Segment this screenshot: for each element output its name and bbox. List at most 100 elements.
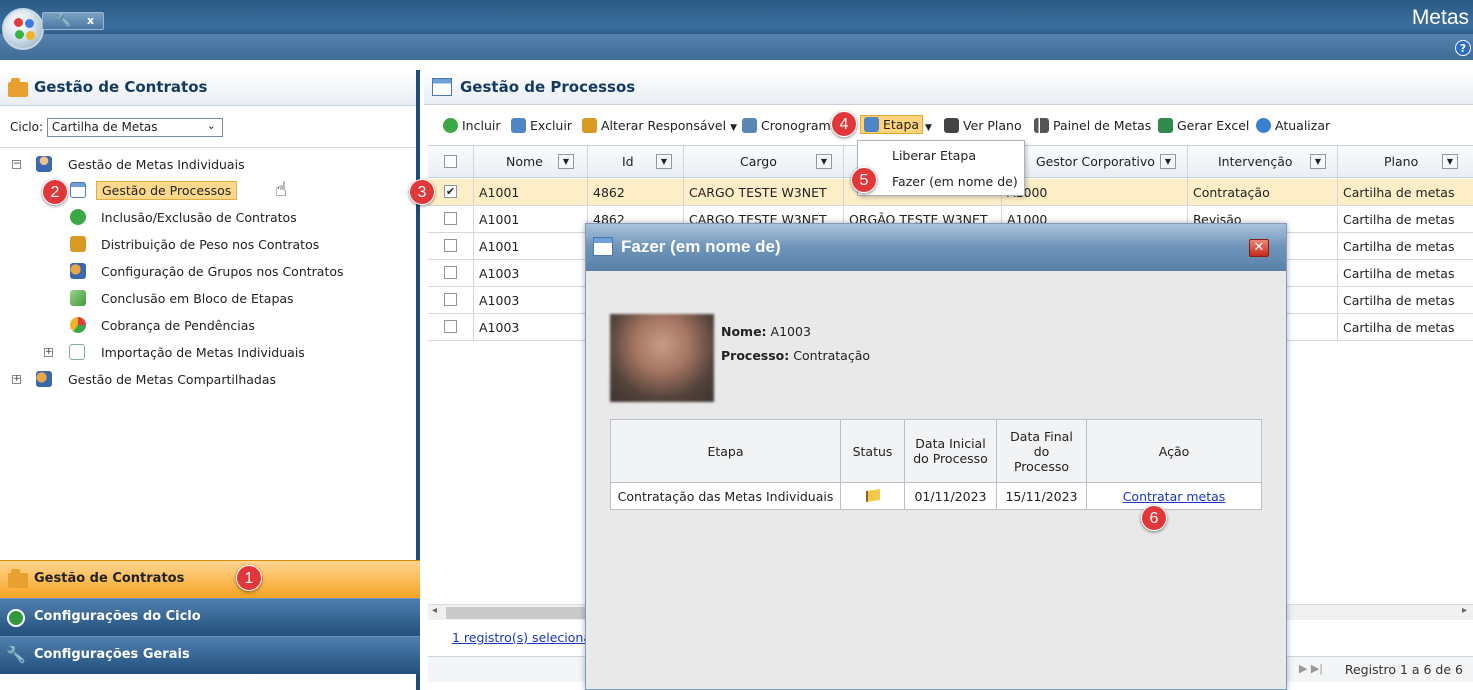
add-icon <box>70 209 86 225</box>
dialog-title-bar[interactable]: Fazer (em nome de) ✕ <box>586 224 1286 271</box>
expand-icon[interactable]: + <box>12 375 21 384</box>
collapse-icon[interactable]: − <box>12 160 21 169</box>
filter-icon[interactable]: ▼ <box>1160 154 1176 169</box>
cell-intervencao: Contratação <box>1188 179 1338 205</box>
group-icon <box>70 263 86 279</box>
tree-root-label: Gestão de Metas Individuais <box>68 157 245 172</box>
row-checkbox[interactable] <box>444 239 457 252</box>
ver-plano-label: Ver Plano <box>963 118 1022 133</box>
left-panel-header: Gestão de Contratos <box>0 70 416 106</box>
tree-item-conclusao[interactable]: Conclusão em Bloco de Etapas <box>66 288 366 310</box>
grid-icon <box>864 117 879 132</box>
cycle-icon <box>7 609 25 627</box>
excel-label: Gerar Excel <box>1177 118 1250 133</box>
annotation-badge-5: 5 <box>851 167 877 193</box>
th-status: Status <box>840 419 905 483</box>
quick-close-button[interactable]: x <box>87 14 94 27</box>
chevron-down-icon: ▼ <box>730 123 738 133</box>
tree-root-metas-compartilhadas[interactable]: + Gestão de Metas Compartilhadas <box>10 369 410 391</box>
painel-metas-button[interactable]: Painel de Metas <box>1034 118 1151 133</box>
filter-icon[interactable]: ▼ <box>1310 154 1326 169</box>
col-cargo[interactable]: Cargo ▼ <box>684 146 844 179</box>
nav-configuracoes-gerais[interactable]: 🔧 Configurações Gerais <box>0 636 420 674</box>
contratar-metas-link[interactable]: Contratar metas <box>1123 489 1226 504</box>
cell-acao: Contratar metas <box>1086 482 1262 510</box>
processo-value: Contratação <box>793 348 871 363</box>
app-title: Metas <box>1411 6 1469 29</box>
th-data-final: Data Final do Processo <box>996 419 1087 483</box>
wrench-icon: 🔧 <box>6 645 26 664</box>
selected-records-link[interactable]: 1 registro(s) selecionad <box>452 630 599 645</box>
refresh-icon <box>1256 118 1271 133</box>
row-checkbox[interactable]: ✔ <box>444 185 457 198</box>
filter-icon[interactable]: ▼ <box>558 154 574 169</box>
nav-gestao-contratos[interactable]: Gestão de Contratos <box>0 560 420 598</box>
tree-item-gestao-processos[interactable]: Gestão de Processos <box>66 180 366 202</box>
incluir-label: Incluir <box>462 118 501 133</box>
cell-plano: Cartilha de metas <box>1343 212 1455 227</box>
nav-configuracoes-ciclo[interactable]: Configurações do Ciclo <box>0 598 420 636</box>
import-icon <box>69 344 85 360</box>
cell-nome: A1003 <box>474 260 588 286</box>
cell-plano: Cartilha de metas <box>1343 185 1455 200</box>
tree-item-cobranca[interactable]: Cobrança de Pendências <box>66 315 366 337</box>
ciclo-select[interactable]: Cartilha de Metas ⌄ <box>46 118 223 137</box>
tree-item-distribuicao[interactable]: Distribuição de Peso nos Contratos <box>66 234 366 256</box>
alterar-responsavel-button[interactable]: Alterar Responsável ▼ <box>582 118 737 133</box>
cell-gestor: A1000 <box>1002 179 1188 205</box>
tree-root-metas-individuais[interactable]: − Gestão de Metas Individuais <box>10 154 410 176</box>
pager-next-last-icons[interactable]: ▶ ▶| <box>1299 662 1323 675</box>
filter-icon[interactable]: ▼ <box>816 154 832 169</box>
cell-status <box>840 482 905 510</box>
table-row: Contratação das Metas Individuais 01/11/… <box>610 482 1262 510</box>
atualizar-button[interactable]: Atualizar <box>1256 118 1330 133</box>
th-acao: Ação <box>1086 419 1262 483</box>
col-gestor[interactable]: Gestor Corporativo ▼ <box>1002 146 1188 179</box>
gerar-excel-button[interactable]: Gerar Excel <box>1158 118 1249 133</box>
close-icon[interactable]: ✕ <box>1249 239 1269 257</box>
row-select-cell <box>428 260 474 286</box>
tree-item-importacao[interactable]: + Importação de Metas Individuais <box>42 342 362 364</box>
balance-icon <box>70 236 86 252</box>
etapa-dropdown-button[interactable]: ▼ <box>925 118 932 133</box>
excluir-button[interactable]: Excluir <box>511 118 572 133</box>
painel-label: Painel de Metas <box>1053 118 1152 133</box>
tree-item-label: Gestão de Processos <box>96 181 238 200</box>
row-checkbox[interactable] <box>444 320 457 333</box>
ver-plano-button[interactable]: Ver Plano <box>944 118 1022 133</box>
scroll-right-icon[interactable]: ▸ <box>1462 605 1467 616</box>
menu-item-liberar-etapa[interactable]: Liberar Etapa <box>892 148 976 163</box>
flag-icon <box>865 488 880 502</box>
contracts-folder-icon <box>8 78 28 97</box>
menu-item-fazer-em-nome-de[interactable]: Fazer (em nome de) <box>892 174 1018 189</box>
filter-icon[interactable]: ▼ <box>1442 154 1458 169</box>
etapa-button[interactable]: Etapa <box>860 115 924 134</box>
cell-cargo: CARGO TESTE W3NET <box>684 179 844 205</box>
nav-label: Configurações do Ciclo <box>34 609 201 624</box>
col-id-label: Id <box>622 154 634 169</box>
form-icon <box>70 182 86 198</box>
th-data-inicial: Data Inicial do Processo <box>904 419 997 483</box>
filter-icon[interactable]: ▼ <box>656 154 672 169</box>
cronograma-label: Cronograma <box>761 118 839 133</box>
col-intervencao[interactable]: Intervenção ▼ <box>1188 146 1338 179</box>
cronograma-button[interactable]: Cronograma <box>742 118 838 133</box>
help-icon[interactable]: ? <box>1455 40 1471 56</box>
excluir-label: Excluir <box>530 118 572 133</box>
col-nome[interactable]: Nome ▼ <box>474 146 588 179</box>
row-checkbox[interactable] <box>444 212 457 225</box>
expand-icon[interactable]: + <box>44 348 53 357</box>
incluir-button[interactable]: Incluir <box>443 118 501 133</box>
scroll-left-icon[interactable]: ◂ <box>432 605 437 616</box>
tree-item-grupos[interactable]: Configuração de Grupos nos Contratos <box>66 261 386 283</box>
col-plano[interactable]: Plano ▼ <box>1338 146 1473 179</box>
app-menu-button[interactable] <box>2 8 44 50</box>
wrench-icon[interactable]: 🔧 <box>55 13 71 28</box>
tree-item-inclusao[interactable]: Inclusão/Exclusão de Contratos <box>66 207 366 229</box>
col-id[interactable]: Id ▼ <box>588 146 684 179</box>
row-checkbox[interactable] <box>444 293 457 306</box>
select-all-checkbox[interactable] <box>444 155 457 168</box>
form-icon <box>593 237 613 256</box>
trash-icon <box>511 118 526 133</box>
row-checkbox[interactable] <box>444 266 457 279</box>
